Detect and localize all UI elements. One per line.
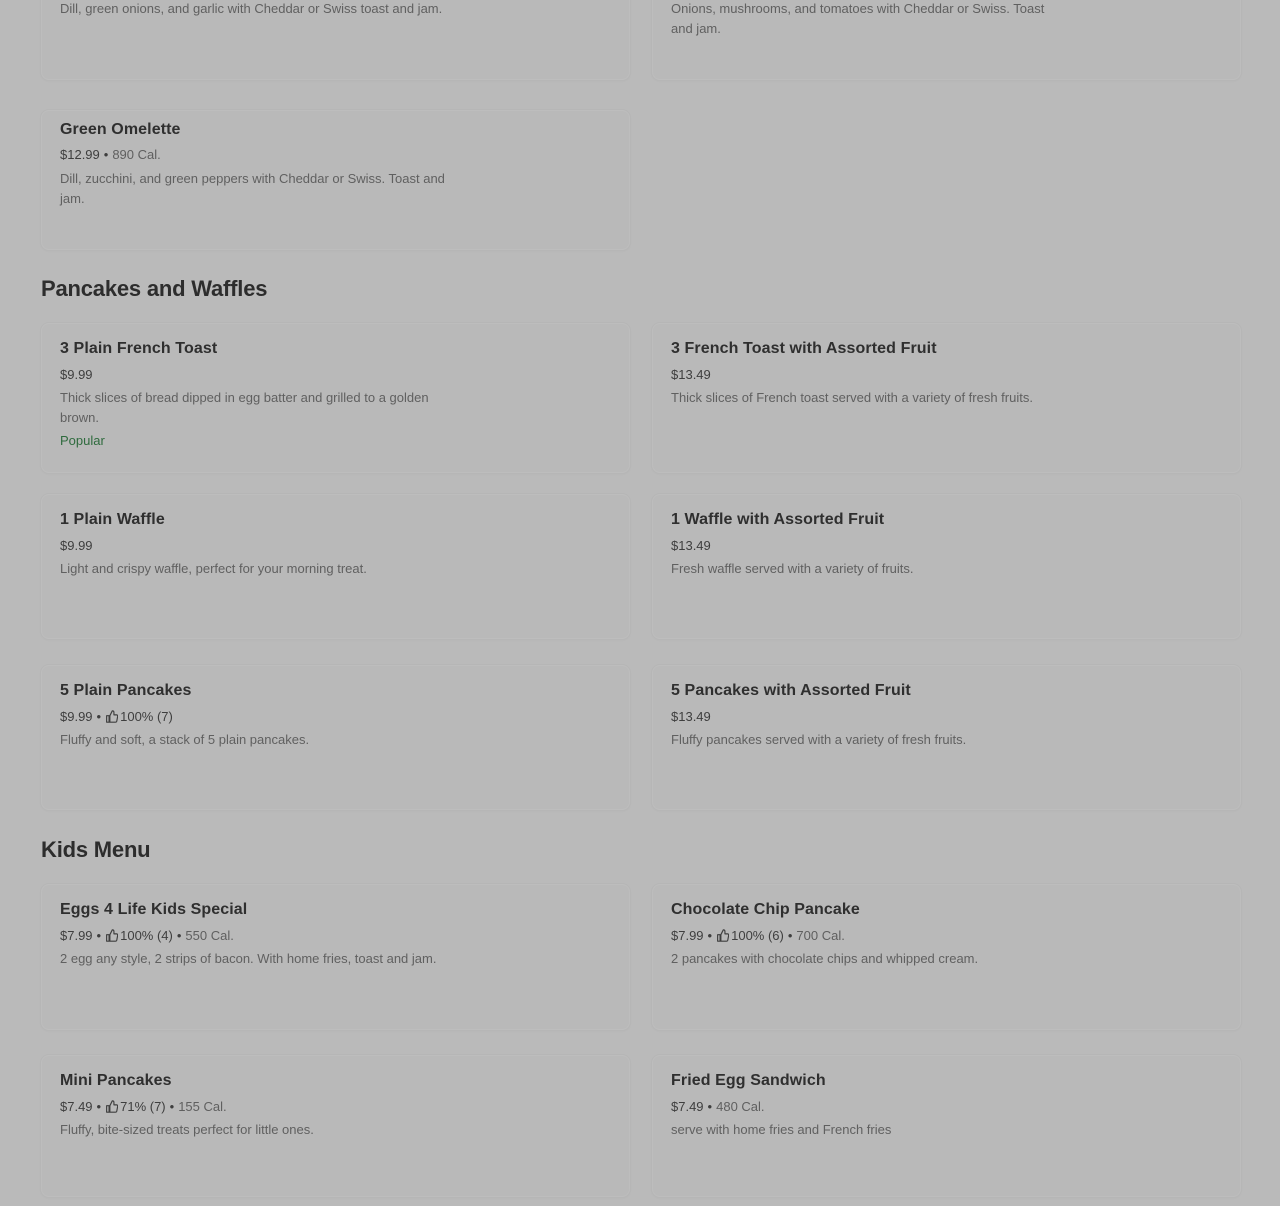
menu-item-card[interactable]: 3 French Toast with Assorted Fruit $13.4… [652, 323, 1241, 473]
menu-item-card[interactable]: Onions, mushrooms, and tomatoes with Che… [652, 0, 1241, 80]
item-description: Fresh waffle served with a variety of fr… [671, 561, 914, 576]
separator: • [103, 147, 109, 162]
item-price: $9.99 [60, 709, 93, 724]
item-price: $13.49 [671, 367, 711, 382]
item-meta: $12.99 • 890 Cal. [60, 147, 161, 162]
item-calories: 480 Cal. [716, 1099, 765, 1114]
menu-item-card[interactable]: Eggs 4 Life Kids Special $7.99 • 100% (4… [41, 884, 630, 1030]
item-name: Fried Egg Sandwich [671, 1072, 826, 1089]
item-rating: 71% (7) [120, 1099, 166, 1114]
item-calories: 890 Cal. [112, 147, 161, 162]
menu-item-card[interactable]: Green Omelette $12.99 • 890 Cal. Dill, z… [41, 110, 630, 250]
item-description: Fluffy and soft, a stack of 5 plain panc… [60, 732, 310, 747]
item-name: 3 Plain French Toast [60, 340, 218, 357]
item-name: 1 Waffle with Assorted Fruit [671, 511, 885, 528]
item-meta: $13.49 [671, 367, 711, 382]
item-rating: 100% (7) [120, 709, 173, 724]
section-title-kids: Kids Menu [41, 837, 151, 862]
item-description: Dill, green onions, and garlic with Ched… [60, 1, 443, 16]
thumbs-up-icon [105, 710, 119, 723]
item-meta: $7.49 • 480 Cal. [671, 1099, 765, 1114]
item-name: Chocolate Chip Pancake [671, 901, 860, 918]
item-description: Thick slices of French toast served with… [671, 390, 1033, 405]
menu-item-card[interactable]: 5 Plain Pancakes $9.99 • 100% (7) Fluffy… [41, 665, 630, 810]
separator: • [787, 928, 793, 943]
item-description: Onions, mushrooms, and tomatoes with Che… [671, 1, 1045, 36]
item-price: $9.99 [60, 538, 93, 553]
menu-item-card[interactable]: 3 Plain French Toast $9.99 Thick slices … [41, 323, 630, 473]
item-meta: $7.99 • 100% (6) • 700 Cal. [671, 928, 845, 943]
item-description: 2 egg any style, 2 strips of bacon. With… [60, 951, 437, 966]
thumbs-up-icon [716, 929, 730, 942]
menu-item-card[interactable]: Dill, green onions, and garlic with Ched… [41, 0, 630, 80]
item-rating: 100% (4) [120, 928, 173, 943]
thumbs-up-icon [105, 929, 119, 942]
item-description: Light and crispy waffle, perfect for you… [60, 561, 367, 576]
item-calories: 155 Cal. [178, 1099, 227, 1114]
menu-item-card[interactable]: Mini Pancakes $7.49 • 71% (7) • 155 Cal.… [41, 1055, 630, 1197]
item-meta: $9.99 [60, 538, 93, 553]
menu-item-card[interactable]: Fried Egg Sandwich $7.49 • 480 Cal. serv… [652, 1055, 1241, 1197]
item-description: Thick slices of bread dipped in egg batt… [60, 390, 429, 425]
thumbs-up-icon [105, 1100, 119, 1113]
item-name: Green Omelette [60, 121, 181, 138]
item-price: $7.99 [671, 928, 704, 943]
separator: • [707, 1099, 713, 1114]
separator: • [707, 928, 713, 943]
menu-item-card[interactable]: 1 Waffle with Assorted Fruit $13.49 Fres… [652, 494, 1241, 639]
menu-item-card[interactable]: Chocolate Chip Pancake $7.99 • 100% (6) … [652, 884, 1241, 1030]
menu-item-card[interactable]: 1 Plain Waffle $9.99 Light and crispy wa… [41, 494, 630, 639]
item-name: 5 Plain Pancakes [60, 682, 192, 699]
item-price: $7.49 [60, 1099, 93, 1114]
item-name: 5 Pancakes with Assorted Fruit [671, 682, 911, 699]
item-description: Fluffy, bite-sized treats perfect for li… [60, 1122, 314, 1137]
section-title-pancakes: Pancakes and Waffles [41, 276, 268, 301]
menu-page: Dill, green onions, and garlic with Ched… [0, 0, 1280, 1206]
item-rating: 100% (6) [731, 928, 784, 943]
separator: • [96, 928, 102, 943]
item-meta: $7.49 • 71% (7) • 155 Cal. [60, 1099, 227, 1114]
item-meta: $7.99 • 100% (4) • 550 Cal. [60, 928, 234, 943]
item-meta: $13.49 [671, 709, 711, 724]
item-calories: 550 Cal. [185, 928, 234, 943]
separator: • [96, 1099, 102, 1114]
item-description: 2 pancakes with chocolate chips and whip… [671, 951, 979, 966]
item-calories: 700 Cal. [796, 928, 845, 943]
item-name: Mini Pancakes [60, 1072, 172, 1089]
menu-item-card[interactable]: 5 Pancakes with Assorted Fruit $13.49 Fl… [652, 665, 1241, 810]
item-description: serve with home fries and French fries [671, 1122, 892, 1137]
item-price: $7.49 [671, 1099, 704, 1114]
item-description: Fluffy pancakes served with a variety of… [671, 732, 967, 747]
item-name: 1 Plain Waffle [60, 511, 165, 528]
item-description: Dill, zucchini, and green peppers with C… [60, 171, 445, 206]
separator: • [176, 928, 182, 943]
item-price: $13.49 [671, 709, 711, 724]
popular-badge: Popular [60, 433, 105, 448]
separator: • [96, 709, 102, 724]
item-name: Eggs 4 Life Kids Special [60, 901, 248, 918]
item-meta: $9.99 • 100% (7) [60, 709, 173, 724]
item-price: $12.99 [60, 147, 100, 162]
item-price: $13.49 [671, 538, 711, 553]
item-meta: $13.49 [671, 538, 711, 553]
item-meta: $9.99 [60, 367, 93, 382]
item-name: 3 French Toast with Assorted Fruit [671, 340, 937, 357]
item-price: $7.99 [60, 928, 93, 943]
item-price: $9.99 [60, 367, 93, 382]
separator: • [169, 1099, 175, 1114]
